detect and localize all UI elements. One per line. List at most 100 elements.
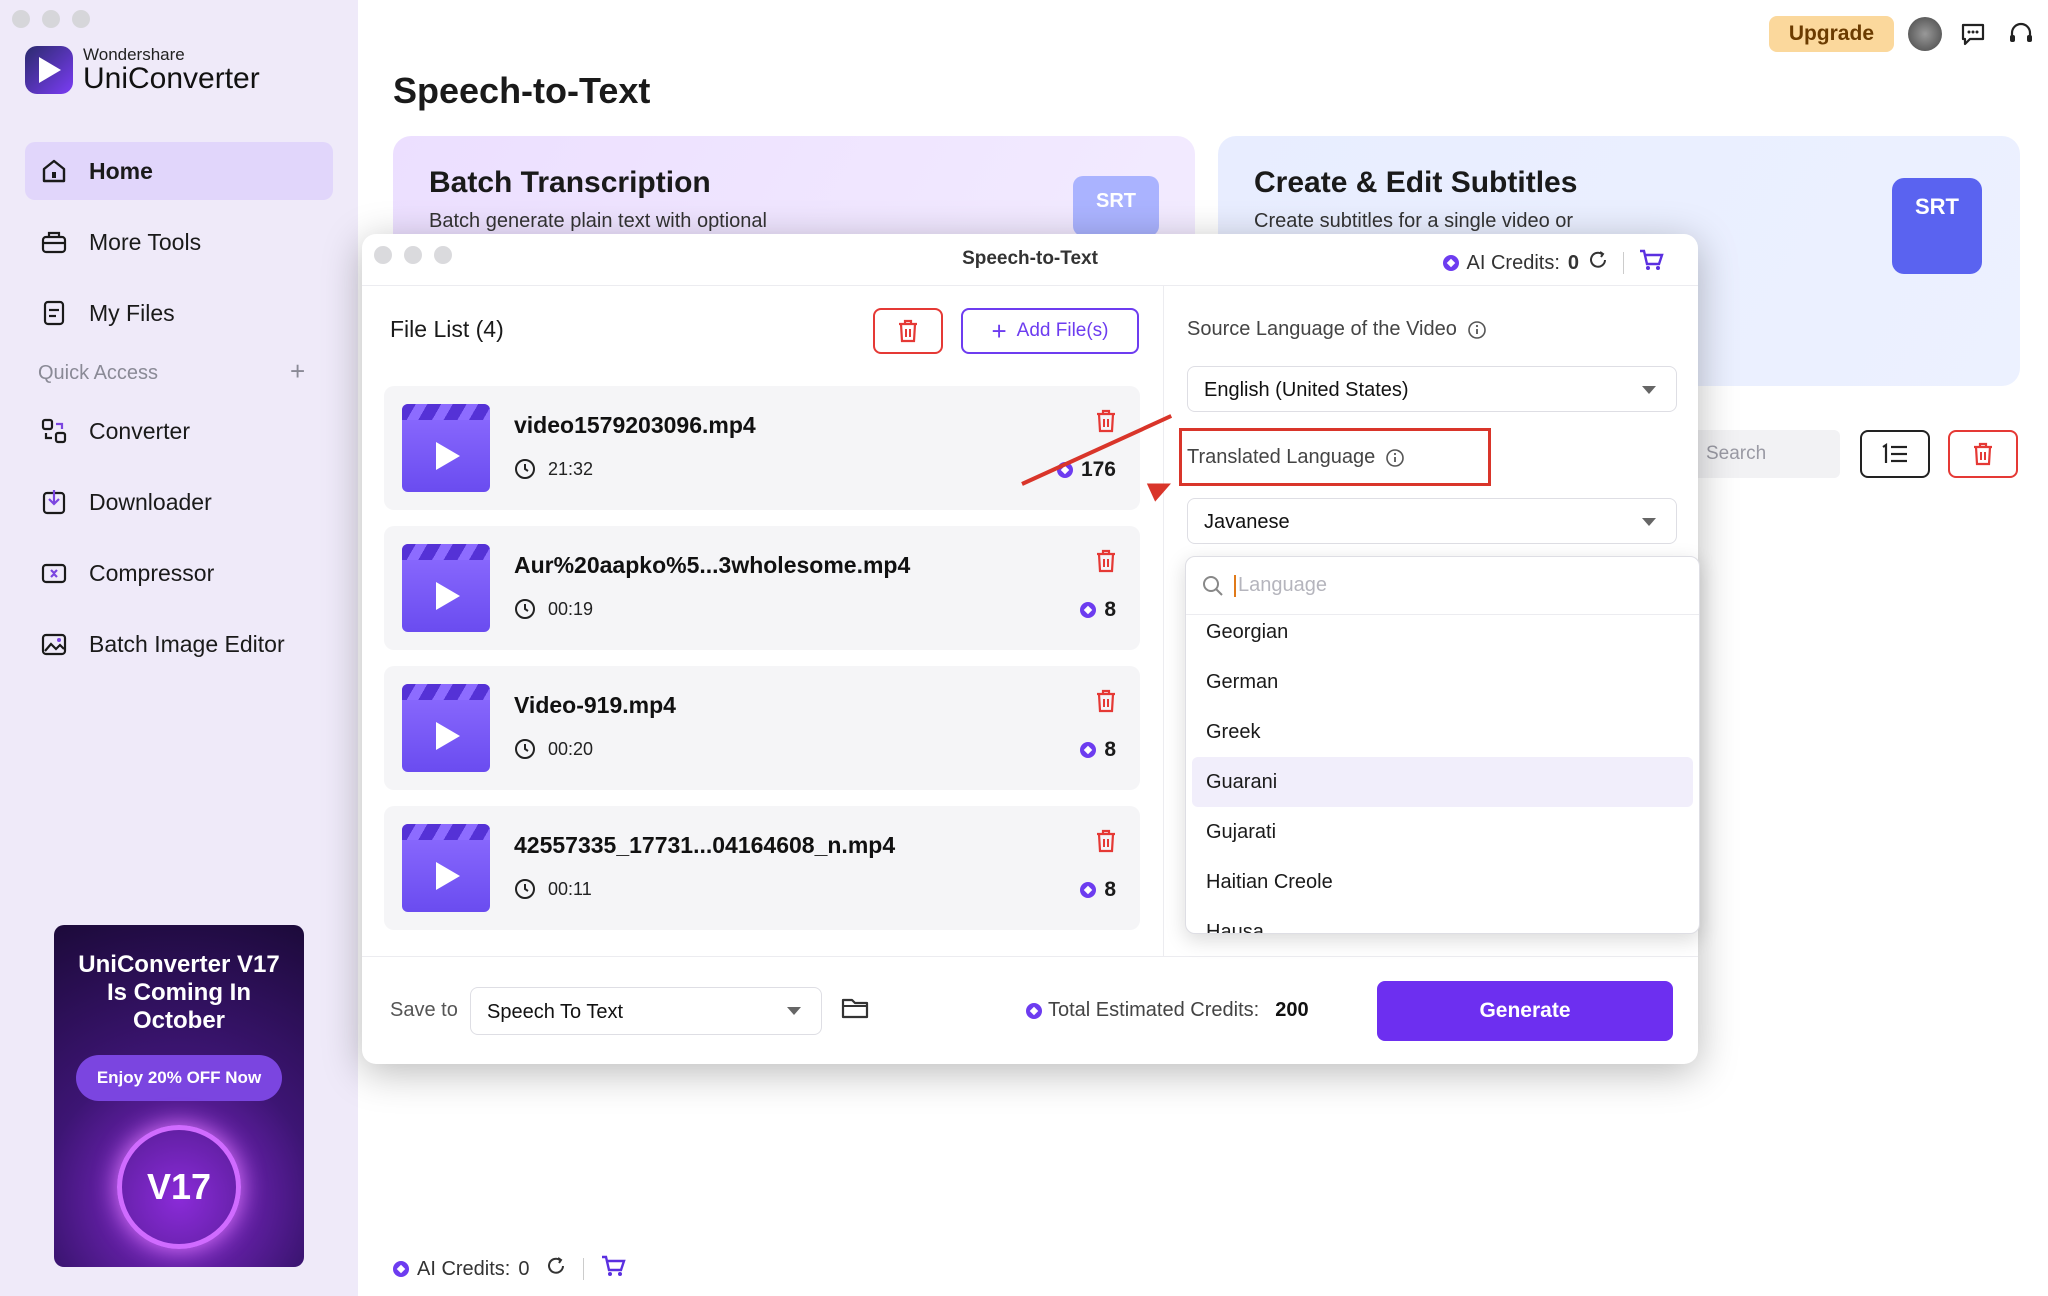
language-option-hovered[interactable]: Guarani	[1192, 757, 1693, 807]
sidebar-item-label: Home	[89, 157, 153, 184]
translated-language-select[interactable]: Javanese	[1187, 498, 1677, 544]
video-thumbnail-play-icon	[402, 544, 490, 632]
file-credits: 8	[1080, 878, 1116, 902]
converter-icon	[39, 416, 69, 446]
language-option[interactable]: German	[1186, 657, 1699, 707]
credit-value: 8	[1104, 738, 1116, 761]
trash-icon	[1097, 409, 1115, 433]
info-icon[interactable]	[1385, 448, 1405, 468]
file-name: Video-919.mp4	[514, 692, 676, 718]
cart-icon[interactable]	[600, 1254, 627, 1284]
delete-button[interactable]	[1948, 430, 2018, 478]
info-icon[interactable]	[1467, 320, 1487, 340]
sort-list-button[interactable]	[1860, 430, 1930, 478]
add-quick-access-icon[interactable]: +	[290, 356, 305, 387]
language-search-placeholder: Language	[1238, 574, 1327, 596]
add-files-label: Add File(s)	[1016, 320, 1109, 341]
brand-title: UniConverter	[83, 62, 260, 95]
credit-gem-icon	[1442, 255, 1459, 271]
card-title: Create & Edit Subtitles	[1254, 166, 1578, 199]
file-list-title: File List (4)	[390, 316, 504, 342]
clock-icon	[515, 459, 535, 479]
credits-value: 0	[518, 1257, 530, 1280]
language-option[interactable]: Georgian	[1186, 607, 1699, 657]
refresh-icon[interactable]	[1587, 249, 1609, 277]
generate-button[interactable]: Generate	[1377, 981, 1673, 1041]
uniconverter-logo-icon	[25, 46, 73, 94]
sidebar-item-more-tools[interactable]: More Tools	[25, 213, 333, 271]
open-folder-button[interactable]	[840, 995, 870, 1026]
search-input[interactable]: Search	[1690, 430, 1840, 478]
credits-label: AI Credits:	[1466, 251, 1560, 274]
save-to-label: Save to	[390, 999, 458, 1021]
credit-gem-icon	[1080, 742, 1097, 758]
file-credits: 8	[1080, 738, 1116, 762]
delete-file-button[interactable]	[1094, 548, 1118, 579]
language-option[interactable]: Gujarati	[1186, 807, 1699, 857]
file-list-item[interactable]: Video-919.mp4 00:20 8	[384, 666, 1140, 790]
close-window-button[interactable]	[12, 10, 30, 28]
chat-icon[interactable]	[1956, 17, 1990, 51]
home-icon	[39, 156, 69, 186]
chevron-down-icon	[787, 1007, 801, 1015]
promo-banner[interactable]: UniConverter V17 Is Coming In October En…	[54, 925, 304, 1267]
total-label: Total Estimated Credits:	[1048, 999, 1260, 1021]
srt-file-icon: SRT	[1073, 176, 1159, 236]
source-language-text: Source Language of the Video	[1187, 318, 1457, 340]
file-duration: 21:32	[514, 458, 593, 480]
sidebar-item-converter[interactable]: Converter	[25, 402, 333, 460]
cart-icon[interactable]	[1638, 248, 1664, 278]
total-value: 200	[1275, 999, 1309, 1021]
language-option[interactable]: Greek	[1186, 707, 1699, 757]
tools-icon	[39, 227, 69, 257]
avatar[interactable]	[1908, 17, 1942, 51]
video-thumbnail-play-icon	[402, 684, 490, 772]
language-option[interactable]: Haitian Creole	[1186, 857, 1699, 907]
image-editor-icon	[39, 629, 69, 659]
dialog-credits: AI Credits: 0	[1442, 248, 1664, 278]
page-title: Speech-to-Text	[393, 70, 651, 111]
sidebar-item-label: Converter	[89, 417, 190, 444]
ai-credits-footer: AI Credits: 0	[393, 1254, 627, 1284]
language-option[interactable]: Hausa	[1186, 907, 1699, 933]
video-thumbnail-play-icon	[402, 404, 490, 492]
clock-icon	[515, 739, 535, 759]
file-name: Aur%20aapko%5...3wholesome.mp4	[514, 552, 911, 578]
window-controls	[12, 10, 90, 28]
sidebar-item-home[interactable]: Home	[25, 142, 333, 200]
add-files-button[interactable]: + Add File(s)	[961, 308, 1139, 354]
promo-button[interactable]: Enjoy 20% OFF Now	[76, 1055, 282, 1101]
zoom-window-button[interactable]	[72, 10, 90, 28]
delete-file-button[interactable]	[1094, 688, 1118, 719]
delete-file-button[interactable]	[1094, 828, 1118, 859]
sidebar-item-downloader[interactable]: Downloader	[25, 473, 333, 531]
translated-language-text: Translated Language	[1187, 446, 1376, 468]
sidebar-item-label: My Files	[89, 299, 175, 326]
source-language-select[interactable]: English (United States)	[1187, 366, 1677, 412]
upgrade-button[interactable]: Upgrade	[1768, 16, 1894, 52]
delete-all-button[interactable]	[873, 308, 943, 354]
file-list-item[interactable]: video1579203096.mp4 21:32 176	[384, 386, 1140, 510]
file-list-item[interactable]: Aur%20aapko%5...3wholesome.mp4 00:19 8	[384, 526, 1140, 650]
source-language-value: English (United States)	[1204, 379, 1409, 401]
card-title: Batch Transcription	[429, 166, 711, 199]
sidebar-item-my-files[interactable]: My Files	[25, 284, 333, 342]
sidebar-item-compressor[interactable]: Compressor	[25, 544, 333, 602]
chevron-down-icon	[1642, 518, 1656, 526]
minimize-window-button[interactable]	[42, 10, 60, 28]
refresh-icon[interactable]	[545, 1255, 567, 1283]
support-headset-icon[interactable]	[2004, 17, 2038, 51]
file-duration: 00:19	[514, 598, 593, 620]
delete-file-button[interactable]	[1094, 408, 1118, 439]
sidebar-item-batch-image-editor[interactable]: Batch Image Editor	[25, 615, 333, 673]
file-list-item[interactable]: 42557335_17731...04164608_n.mp4 00:11 8	[384, 806, 1140, 930]
save-to-select[interactable]: Speech To Text	[470, 987, 822, 1035]
credit-value: 176	[1080, 458, 1116, 481]
promo-v17-badge: V17	[117, 1125, 241, 1249]
save-to-value: Speech To Text	[487, 1001, 624, 1023]
video-thumbnail-play-icon	[402, 824, 490, 912]
credit-gem-icon	[1026, 1002, 1042, 1019]
search-icon	[1203, 575, 1223, 596]
files-icon	[39, 298, 69, 328]
card-description: Batch generate plain text with optional	[429, 210, 767, 232]
